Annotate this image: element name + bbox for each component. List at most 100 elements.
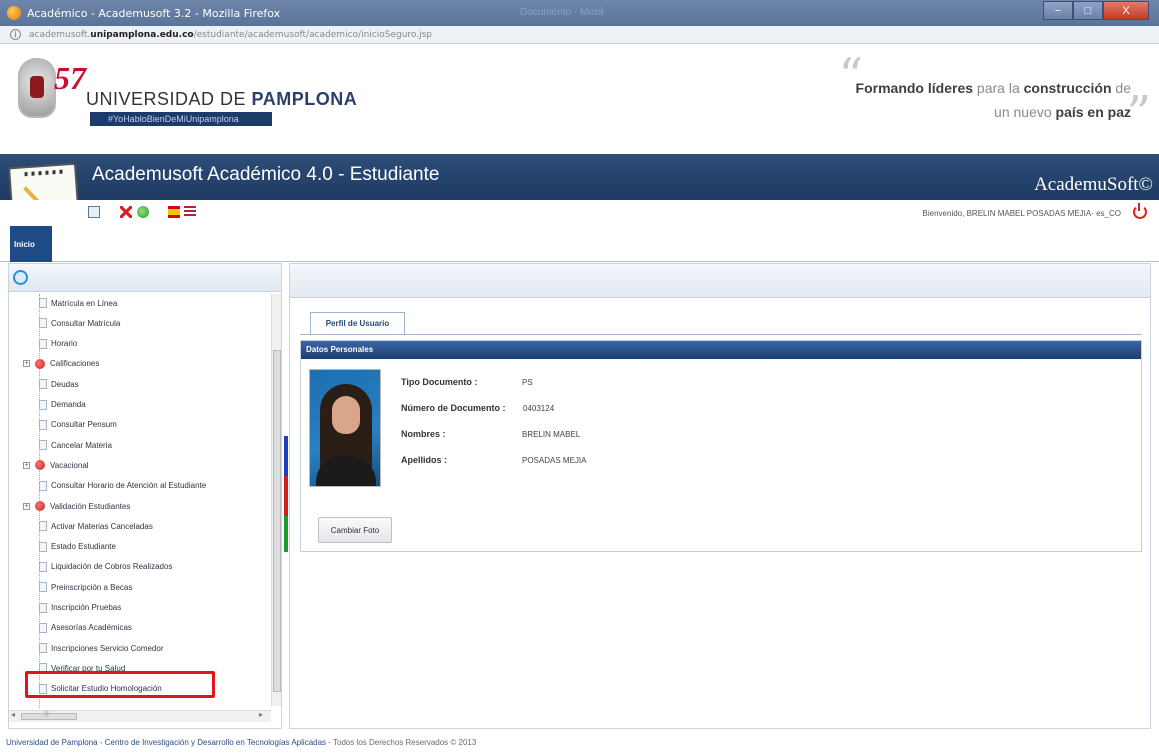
tree-item[interactable]: Inscripciones Servicio Comedor: [39, 641, 164, 655]
profile-photo: [309, 369, 381, 487]
tree-item[interactable]: Consultar Matrícula: [39, 316, 120, 330]
tree-item[interactable]: Inscripción Pruebas: [39, 601, 121, 615]
menu-item-inicio[interactable]: Inicio: [10, 226, 52, 262]
scroll-grip-icon: |||: [44, 711, 49, 717]
navigation-panel-header: [9, 264, 281, 292]
tree-item[interactable]: + Calificaciones: [23, 357, 99, 371]
page-footer: Universidad de Pamplona - Centro de Inve…: [6, 738, 476, 747]
app-brand: AcademuSoft©: [1034, 174, 1153, 195]
tree-item-label: Vacacional: [50, 460, 89, 470]
tree-item[interactable]: Estado Estudiante: [39, 540, 116, 554]
document-icon: [39, 298, 47, 308]
folder-icon: [35, 501, 45, 511]
document-icon: [39, 622, 47, 633]
tree-item[interactable]: Cancelar Materia: [39, 438, 112, 452]
tree-item-label: Liquidación de Cobros Realizados: [51, 562, 173, 572]
site-header: 57 UNIVERSIDAD DE PAMPLONA #YoHabloBienD…: [0, 44, 1159, 154]
usa-flag-icon[interactable]: [184, 206, 196, 218]
field-value-nombres: BRELIN MABEL: [522, 430, 581, 439]
window-faint-title: Documento · Mozil: [520, 7, 604, 18]
anniversary-logo: 57: [54, 60, 86, 96]
tree-item-label: Matrícula en Línea: [51, 298, 118, 308]
cambiar-foto-button[interactable]: Cambiar Foto: [318, 517, 392, 543]
tree-item[interactable]: Activar Materias Canceladas: [39, 519, 153, 533]
expand-icon[interactable]: +: [23, 502, 30, 510]
power-icon[interactable]: [1133, 203, 1147, 219]
university-hashtag: #YoHabloBienDeMiUnipamplona: [90, 112, 272, 126]
document-icon: [39, 480, 47, 491]
maximize-button[interactable]: □: [1073, 1, 1103, 20]
vertical-scroll-thumb[interactable]: [273, 350, 281, 692]
tree-item[interactable]: + Validación Estudiantes: [23, 499, 130, 513]
info-icon[interactable]: i: [10, 29, 21, 40]
document-icon: [39, 643, 47, 654]
highlight-box: [25, 671, 215, 698]
tree-item-label: Activar Materias Canceladas: [51, 521, 153, 531]
refresh-icon[interactable]: [13, 270, 28, 285]
tree-item[interactable]: + Vacacional: [23, 458, 89, 472]
scroll-right-icon[interactable]: ▸: [259, 710, 263, 719]
personal-data-card: Datos Personales Tipo Documento : PS Núm…: [300, 340, 1142, 552]
menu-bar: [0, 226, 1159, 262]
expand-icon[interactable]: +: [23, 461, 30, 469]
slogan: Formando líderes para la construcción de…: [855, 80, 1131, 120]
tree-item-label: Inscripciones Servicio Comedor: [51, 643, 164, 653]
url-text[interactable]: academusoft.unipamplona.edu.co/estudiant…: [29, 30, 432, 40]
tree-item[interactable]: Matrícula en Línea: [39, 296, 117, 310]
browser-window: Académico - Academusoft 3.2 - Mozilla Fi…: [0, 0, 1159, 754]
app-title: Academusoft Académico 4.0 - Estudiante: [92, 164, 440, 185]
document-icon: [39, 440, 47, 451]
document-icon: [39, 541, 47, 552]
spain-flag-icon[interactable]: [168, 206, 180, 218]
tree-item[interactable]: Asesorías Académicas: [39, 621, 132, 635]
excel-icon[interactable]: [120, 206, 132, 218]
tree-item-label: Preinscripción a Becas: [51, 582, 133, 592]
horizontal-scroll-thumb[interactable]: |||: [21, 711, 77, 720]
field-value-numero-documento: 0403124: [523, 404, 555, 413]
personal-data-header: Datos Personales: [301, 341, 1141, 359]
splitter-blue-bar[interactable]: [284, 436, 288, 476]
splitter-red-bar[interactable]: [284, 476, 288, 516]
tree-item-label: Consultar Horario de Atención al Estudia…: [51, 481, 207, 491]
document-icon: [39, 399, 47, 410]
scroll-left-icon[interactable]: ◂: [11, 710, 15, 719]
vertical-scrollbar[interactable]: [271, 294, 281, 706]
field-label-numero-documento: Número de Documento :: [401, 403, 506, 413]
tree-item[interactable]: Deudas: [39, 377, 79, 391]
tree-item-label: Inscripción Pruebas: [51, 603, 122, 612]
photo-face: [332, 396, 360, 434]
splitter-green-bar[interactable]: [284, 516, 288, 552]
tree-item-label: Consultar Pensum: [51, 420, 117, 430]
tree-item-label: Asesorías Académicas: [51, 623, 132, 633]
university-crest-icon: [18, 58, 56, 118]
horizontal-scrollbar[interactable]: ◂ ||| ▸: [9, 710, 271, 722]
tab-underline: [300, 334, 1142, 335]
tree-item-label: Deudas: [51, 379, 79, 389]
footer-org[interactable]: Universidad de Pamplona - Centro de Inve…: [6, 738, 326, 747]
tree-item[interactable]: Consultar Horario de Atención al Estudia…: [39, 479, 206, 493]
navigation-panel: Matrícula en Línea Consultar Matrícula Hor…: [8, 263, 282, 729]
tree-item[interactable]: Liquidación de Cobros Realizados: [39, 560, 172, 574]
expand-icon[interactable]: +: [23, 360, 30, 368]
green-globe-icon[interactable]: [137, 206, 149, 218]
field-label-tipo-documento: Tipo Documento :: [401, 377, 478, 387]
tree-item-label: Cancelar Materia: [51, 440, 112, 450]
tree-item[interactable]: Preinscripción a Becas: [39, 580, 132, 594]
tree-item[interactable]: Demanda: [39, 398, 86, 412]
close-button[interactable]: X: [1103, 1, 1149, 20]
tab-perfil-usuario[interactable]: Perfil de Usuario: [310, 312, 405, 334]
document-icon: [39, 419, 47, 430]
tree-item[interactable]: Horario: [39, 337, 77, 351]
firefox-icon: [7, 6, 21, 20]
document-icon: [39, 521, 47, 532]
welcome-text: Bienvenido, BRELIN MABEL POSADAS MEJIA· …: [922, 209, 1121, 218]
document-icon: [39, 561, 47, 572]
document-icon: [39, 318, 47, 329]
field-label-apellidos: Apellidos :: [401, 455, 448, 465]
minimize-button[interactable]: −: [1043, 1, 1073, 20]
window-icon[interactable]: [88, 206, 100, 218]
address-bar[interactable]: i academusoft.unipamplona.edu.co/estudia…: [0, 26, 1159, 44]
tree-item-label: Horario: [51, 339, 78, 349]
tree-item-label: Estado Estudiante: [51, 542, 116, 552]
tree-item[interactable]: Consultar Pensum: [39, 418, 117, 432]
